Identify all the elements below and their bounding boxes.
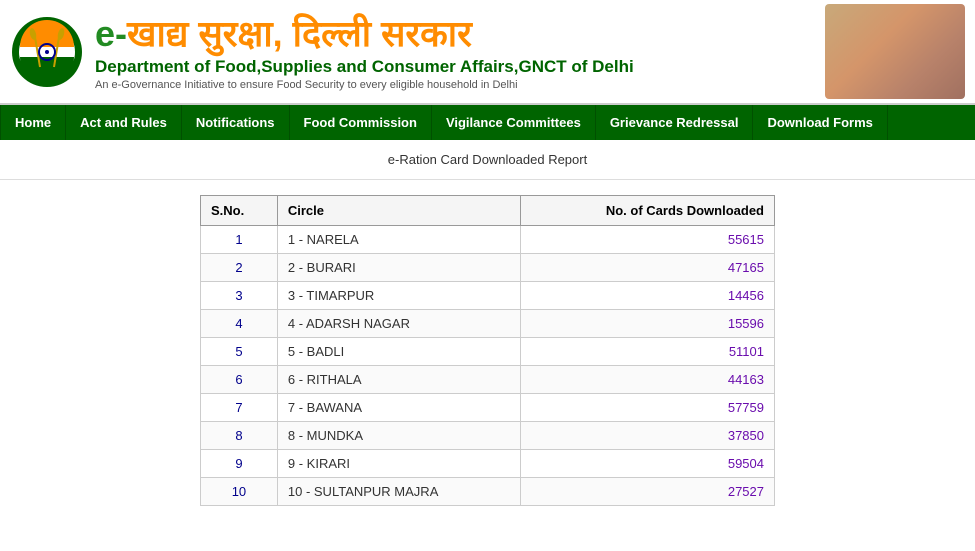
table-header-row: S.No. Circle No. of Cards Downloaded — [201, 196, 775, 226]
nav-home[interactable]: Home — [0, 105, 66, 140]
cell-count: 15596 — [520, 310, 774, 338]
table-row: 77 - BAWANA57759 — [201, 394, 775, 422]
cell-sno: 9 — [201, 450, 278, 478]
page-title-bar: e-Ration Card Downloaded Report — [0, 140, 975, 180]
site-subtitle: Department of Food,Supplies and Consumer… — [95, 57, 825, 77]
cell-circle: 2 - BURARI — [277, 254, 520, 282]
cell-count: 44163 — [520, 366, 774, 394]
cell-sno: 1 — [201, 226, 278, 254]
nav-act-rules[interactable]: Act and Rules — [66, 105, 182, 140]
cell-sno: 3 — [201, 282, 278, 310]
cell-circle: 8 - MUNDKA — [277, 422, 520, 450]
cell-circle: 9 - KIRARI — [277, 450, 520, 478]
cell-count: 57759 — [520, 394, 774, 422]
cell-sno: 8 — [201, 422, 278, 450]
page-title: e-Ration Card Downloaded Report — [388, 152, 587, 167]
cell-circle: 6 - RITHALA — [277, 366, 520, 394]
cell-circle: 5 - BADLI — [277, 338, 520, 366]
col-count: No. of Cards Downloaded — [520, 196, 774, 226]
table-row: 33 - TIMARPUR14456 — [201, 282, 775, 310]
cell-count: 47165 — [520, 254, 774, 282]
nav-download-forms[interactable]: Download Forms — [753, 105, 887, 140]
cell-sno: 5 — [201, 338, 278, 366]
cell-circle: 10 - SULTANPUR MAJRA — [277, 478, 520, 506]
e-prefix: e- — [95, 13, 127, 54]
table-row: 88 - MUNDKA37850 — [201, 422, 775, 450]
report-table-container: S.No. Circle No. of Cards Downloaded 11 … — [0, 180, 975, 521]
site-header: e-खाद्य सुरक्षा, दिल्ली सरकार Department… — [0, 0, 975, 105]
cell-sno: 4 — [201, 310, 278, 338]
nav-vigilance[interactable]: Vigilance Committees — [432, 105, 596, 140]
cell-count: 59504 — [520, 450, 774, 478]
col-sno: S.No. — [201, 196, 278, 226]
col-circle: Circle — [277, 196, 520, 226]
table-row: 55 - BADLI51101 — [201, 338, 775, 366]
cell-sno: 2 — [201, 254, 278, 282]
cell-sno: 10 — [201, 478, 278, 506]
cell-circle: 3 - TIMARPUR — [277, 282, 520, 310]
site-title-hindi: e-खाद्य सुरक्षा, दिल्ली सरकार — [95, 12, 825, 55]
table-row: 66 - RITHALA44163 — [201, 366, 775, 394]
cell-sno: 7 — [201, 394, 278, 422]
cell-circle: 7 - BAWANA — [277, 394, 520, 422]
nav-food-commission[interactable]: Food Commission — [290, 105, 432, 140]
cell-count: 14456 — [520, 282, 774, 310]
cell-circle: 4 - ADARSH NAGAR — [277, 310, 520, 338]
table-row: 11 - NARELA55615 — [201, 226, 775, 254]
header-decorative-image — [825, 4, 965, 99]
hindi-title-text: खाद्य सुरक्षा, दिल्ली सरकार — [127, 13, 472, 54]
cell-sno: 6 — [201, 366, 278, 394]
table-row: 99 - KIRARI59504 — [201, 450, 775, 478]
cell-circle: 1 - NARELA — [277, 226, 520, 254]
nav-grievance[interactable]: Grievance Redressal — [596, 105, 754, 140]
table-row: 1010 - SULTANPUR MAJRA27527 — [201, 478, 775, 506]
report-table: S.No. Circle No. of Cards Downloaded 11 … — [200, 195, 775, 506]
nav-notifications[interactable]: Notifications — [182, 105, 290, 140]
cell-count: 37850 — [520, 422, 774, 450]
header-text-block: e-खाद्य सुरक्षा, दिल्ली सरकार Department… — [95, 12, 825, 91]
cell-count: 27527 — [520, 478, 774, 506]
site-tagline: An e-Governance Initiative to ensure Foo… — [95, 79, 825, 91]
cell-count: 51101 — [520, 338, 774, 366]
main-nav: Home Act and Rules Notifications Food Co… — [0, 105, 975, 140]
site-logo — [10, 12, 85, 92]
table-row: 44 - ADARSH NAGAR15596 — [201, 310, 775, 338]
table-row: 22 - BURARI47165 — [201, 254, 775, 282]
cell-count: 55615 — [520, 226, 774, 254]
